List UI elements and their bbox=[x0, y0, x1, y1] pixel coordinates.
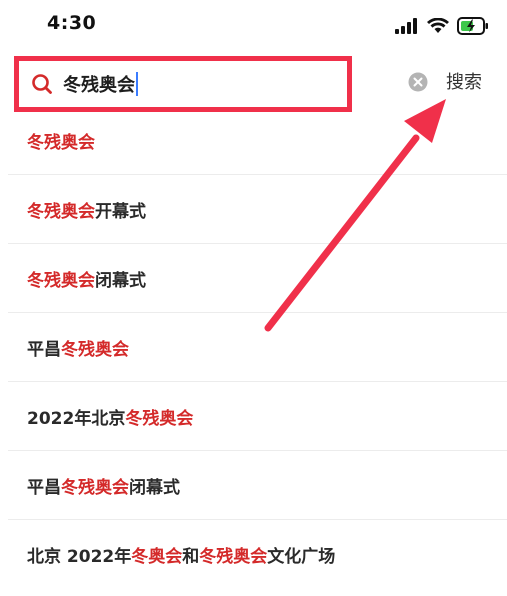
status-icons bbox=[395, 16, 489, 36]
suggestion-keyword-highlight: 冬残奥会 bbox=[199, 547, 268, 567]
cellular-signal-icon bbox=[395, 18, 417, 34]
suggestion-item[interactable]: 北京 2022年 冬奥会和冬残奥会 文化广场 bbox=[0, 520, 507, 589]
suggestion-text: 文化广场 bbox=[267, 547, 336, 567]
search-row: 冬残奥会 搜索 bbox=[0, 50, 507, 114]
suggestion-text: 北京 2022年 bbox=[27, 547, 132, 567]
suggestion-keyword-highlight: 冬残奥会 bbox=[27, 202, 95, 222]
suggestion-text: 闭幕式 bbox=[95, 271, 146, 291]
suggestion-keyword-highlight: 冬残奥会 bbox=[61, 478, 129, 498]
clear-icon[interactable] bbox=[408, 72, 428, 92]
search-box[interactable]: 冬残奥会 bbox=[14, 56, 352, 112]
battery-charging-icon bbox=[457, 17, 488, 35]
suggestion-item[interactable]: 2022年北京 冬残奥会 bbox=[0, 382, 507, 451]
suggestion-keyword-highlight: 冬奥会 bbox=[131, 547, 183, 567]
suggestion-keyword-highlight: 冬残奥会 bbox=[27, 271, 95, 291]
suggestion-text: 平昌 bbox=[27, 340, 61, 360]
search-icon bbox=[32, 74, 52, 94]
suggestion-list: 冬残奥会 冬残奥会 开幕式 冬残奥会 闭幕式 平昌 冬残奥会 2022年北京 冬残奥会 … bbox=[0, 106, 507, 589]
suggestion-text: 平昌 bbox=[27, 478, 61, 498]
status-time: 4:30 bbox=[47, 12, 97, 34]
suggestion-item[interactable]: 冬残奥会 开幕式 bbox=[0, 175, 507, 244]
suggestion-text: 开幕式 bbox=[95, 202, 146, 222]
suggestion-keyword-highlight: 冬残奥会 bbox=[61, 340, 129, 360]
suggestion-text: 2022年北京 bbox=[27, 409, 126, 429]
search-button[interactable]: 搜索 bbox=[446, 68, 482, 94]
wifi-icon bbox=[427, 18, 449, 33]
suggestion-text: 闭幕式 bbox=[129, 478, 180, 498]
search-input[interactable]: 冬残奥会 bbox=[63, 69, 138, 99]
suggestion-item[interactable]: 冬残奥会 闭幕式 bbox=[0, 244, 507, 313]
suggestion-keyword-highlight: 冬残奥会 bbox=[27, 133, 95, 153]
status-bar: 4:30 bbox=[0, 0, 507, 50]
suggestion-keyword-highlight: 冬残奥会 bbox=[125, 409, 194, 429]
suggestion-item[interactable]: 冬残奥会 bbox=[0, 106, 507, 175]
suggestion-text: 和 bbox=[182, 547, 200, 567]
text-caret bbox=[136, 72, 138, 96]
suggestion-item[interactable]: 平昌 冬残奥会 闭幕式 bbox=[0, 451, 507, 520]
search-query-text: 冬残奥会 bbox=[63, 75, 135, 96]
suggestion-item[interactable]: 平昌 冬残奥会 bbox=[0, 313, 507, 382]
